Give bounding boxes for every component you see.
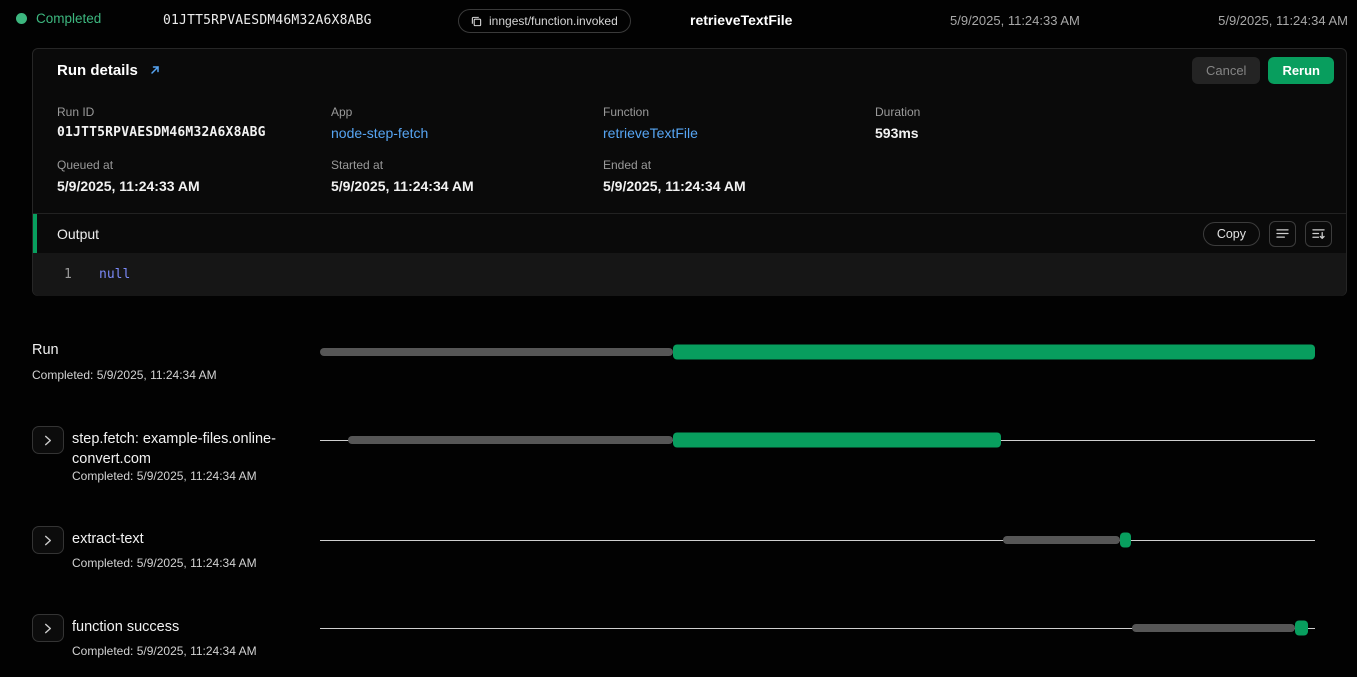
step-label: extract-text bbox=[72, 529, 144, 549]
queue-bar bbox=[1003, 536, 1120, 544]
expand-step-button[interactable] bbox=[32, 526, 64, 554]
active-bar bbox=[1120, 533, 1131, 548]
field-value: 5/9/2025, 11:24:34 AM bbox=[603, 178, 875, 194]
queue-bar bbox=[1132, 624, 1295, 632]
output-value: null bbox=[99, 267, 130, 282]
queue-bar bbox=[320, 348, 673, 356]
run-details-grid: Run ID 01JTT5RPVAESDM46M32A6X8ABG App no… bbox=[57, 105, 1330, 194]
timeline-run-label: Run bbox=[32, 340, 59, 360]
run-id-text: 01JTT5RPVAESDM46M32A6X8ABG bbox=[163, 13, 372, 28]
event-badge[interactable]: inngest/function.invoked bbox=[458, 9, 631, 33]
output-title: Output bbox=[57, 226, 99, 242]
field-value: 01JTT5RPVAESDM46M32A6X8ABG bbox=[57, 125, 331, 140]
field-value: 5/9/2025, 11:24:34 AM bbox=[331, 178, 603, 194]
expand-output-icon[interactable] bbox=[1305, 221, 1332, 247]
step-completed: Completed: 5/9/2025, 11:24:34 AM bbox=[72, 556, 257, 570]
panel-actions: Cancel Rerun bbox=[1192, 57, 1334, 84]
field-started-at: Started at 5/9/2025, 11:24:34 AM bbox=[331, 158, 603, 194]
run-timeline-track bbox=[320, 343, 1315, 361]
step-label: step.fetch: example-files.online-convert… bbox=[72, 429, 342, 469]
field-label: Duration bbox=[875, 105, 1330, 119]
timestamp-started: 5/9/2025, 11:24:34 AM bbox=[1218, 13, 1348, 28]
status-dot-icon bbox=[16, 13, 27, 24]
step-timeline-track bbox=[320, 531, 1315, 549]
line-wrap-icon[interactable] bbox=[1269, 221, 1296, 247]
app-link[interactable]: node-step-fetch bbox=[331, 125, 603, 141]
status-label: Completed bbox=[36, 11, 101, 26]
field-run-id: Run ID 01JTT5RPVAESDM46M32A6X8ABG bbox=[57, 105, 331, 141]
event-badge-label: inngest/function.invoked bbox=[489, 14, 618, 28]
timeline-run-completed: Completed: 5/9/2025, 11:24:34 AM bbox=[32, 368, 217, 382]
expand-step-button[interactable] bbox=[32, 426, 64, 454]
cancel-button[interactable]: Cancel bbox=[1192, 57, 1260, 84]
line-number: 1 bbox=[33, 267, 99, 282]
output-code-block[interactable]: 1 null bbox=[33, 253, 1346, 296]
field-function: Function retrieveTextFile bbox=[603, 105, 875, 141]
rerun-button[interactable]: Rerun bbox=[1268, 57, 1334, 84]
field-queued-at: Queued at 5/9/2025, 11:24:33 AM bbox=[57, 158, 331, 194]
field-value: 593ms bbox=[875, 125, 1330, 141]
step-label: function success bbox=[72, 617, 179, 637]
step-completed: Completed: 5/9/2025, 11:24:34 AM bbox=[72, 469, 257, 483]
field-label: Queued at bbox=[57, 158, 331, 172]
function-name-text: retrieveTextFile bbox=[690, 12, 792, 28]
active-bar bbox=[1295, 621, 1308, 636]
field-duration: Duration 593ms bbox=[875, 105, 1330, 141]
field-label: Ended at bbox=[603, 158, 875, 172]
field-app: App node-step-fetch bbox=[331, 105, 603, 141]
output-actions: Copy bbox=[1203, 221, 1332, 247]
panel-title: Run details bbox=[57, 62, 138, 79]
function-link[interactable]: retrieveTextFile bbox=[603, 125, 875, 141]
field-label: Function bbox=[603, 105, 875, 119]
timestamp-queued: 5/9/2025, 11:24:33 AM bbox=[950, 13, 1080, 28]
output-header: Output Copy bbox=[33, 213, 1346, 253]
event-icon bbox=[471, 16, 482, 27]
active-bar bbox=[673, 345, 1315, 360]
copy-button[interactable]: Copy bbox=[1203, 222, 1260, 246]
run-summary-bar: Completed 01JTT5RPVAESDM46M32A6X8ABG inn… bbox=[0, 0, 1357, 42]
external-link-icon[interactable] bbox=[147, 62, 163, 78]
field-value: 5/9/2025, 11:24:33 AM bbox=[57, 178, 331, 194]
status-badge: Completed bbox=[16, 11, 101, 26]
panel-header: Run details Cancel Rerun bbox=[33, 49, 1346, 91]
field-ended-at: Ended at 5/9/2025, 11:24:34 AM bbox=[603, 158, 875, 194]
step-timeline-track bbox=[320, 431, 1315, 449]
step-timeline-track bbox=[320, 619, 1315, 637]
run-details-panel: Run details Cancel Rerun Run ID 01JTT5RP… bbox=[32, 48, 1347, 296]
expand-step-button[interactable] bbox=[32, 614, 64, 642]
step-completed: Completed: 5/9/2025, 11:24:34 AM bbox=[72, 644, 257, 658]
queue-bar bbox=[348, 436, 673, 444]
field-label: App bbox=[331, 105, 603, 119]
active-bar bbox=[673, 433, 1000, 448]
field-label: Started at bbox=[331, 158, 603, 172]
output-accent-bar bbox=[33, 214, 37, 254]
field-label: Run ID bbox=[57, 105, 331, 119]
